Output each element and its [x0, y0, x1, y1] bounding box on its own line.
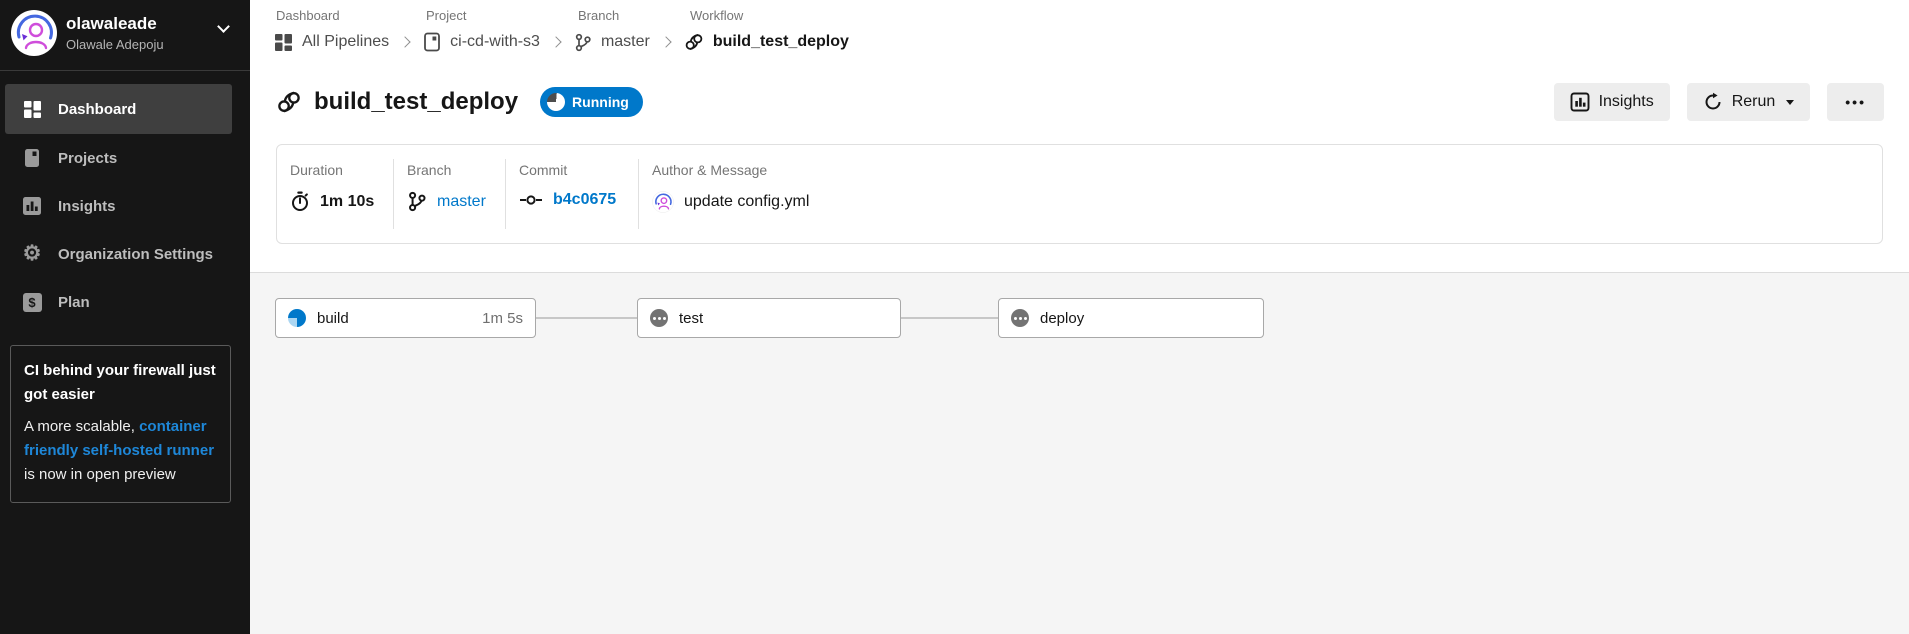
dollar-square-icon: [22, 292, 42, 312]
breadcrumb: All Pipelines ci-cd-with-s3 master build…: [274, 32, 849, 52]
sidebar: olawaleade Olawale Adepoju Dashboard Pro…: [0, 0, 250, 634]
commit-icon: [519, 191, 543, 209]
job-name: test: [679, 309, 704, 327]
breadcrumb-branch[interactable]: master: [574, 33, 650, 52]
branch-icon: [407, 191, 427, 212]
workflow-graph: build 1m 5s test deploy: [250, 273, 1909, 634]
sidebar-item-label: Projects: [58, 149, 118, 167]
sidebar-item-label: Organization Settings: [58, 245, 214, 263]
sidebar-item-dashboard[interactable]: Dashboard: [5, 84, 232, 134]
rerun-button[interactable]: Rerun: [1686, 83, 1811, 121]
avatar: [11, 10, 57, 56]
breadcrumb-item-label: All Pipelines: [302, 33, 390, 50]
commit-message: update config.yml: [684, 193, 810, 210]
branch-link[interactable]: master: [437, 193, 486, 211]
dashboard-grid-icon: [22, 99, 42, 119]
page-title: build_test_deploy: [314, 88, 519, 115]
user-name: Olawale Adepoju: [66, 37, 164, 52]
author-avatar: [652, 191, 674, 213]
summary-commit: Commit b4c0675: [505, 159, 638, 229]
duration-label: Duration: [290, 162, 343, 178]
sidebar-item-label: Dashboard: [58, 100, 137, 118]
sidebar-item-organization-settings[interactable]: ⚙ Organization Settings: [0, 230, 250, 278]
job-node-deploy[interactable]: deploy: [998, 298, 1264, 338]
workflow-icon: [684, 32, 704, 52]
breadcrumb-label-project: Project: [426, 8, 467, 23]
insights-button-label: Insights: [1598, 93, 1654, 110]
status-badge-label: Running: [572, 94, 629, 110]
job-pending-icon: [650, 309, 668, 327]
chevron-right-icon: [399, 36, 411, 48]
breadcrumb-label-dashboard: Dashboard: [276, 8, 340, 23]
breadcrumb-item-label: build_test_deploy: [712, 33, 849, 50]
grid-icon: [274, 33, 293, 52]
job-name: build: [317, 309, 349, 327]
rerun-button-label: Rerun: [1731, 93, 1776, 110]
breadcrumb-all-pipelines[interactable]: All Pipelines: [274, 33, 389, 52]
job-node-test[interactable]: test: [637, 298, 901, 338]
promo-body-prefix: A more scalable,: [24, 418, 140, 435]
job-pending-icon: [1011, 309, 1029, 327]
insights-button[interactable]: Insights: [1553, 83, 1670, 121]
stopwatch-icon: [290, 191, 310, 212]
chevron-right-icon: [550, 36, 562, 48]
sidebar-item-label: Insights: [58, 197, 116, 215]
gear-icon: ⚙: [22, 242, 42, 265]
author-message-label: Author & Message: [652, 162, 768, 178]
commit-link[interactable]: b4c0675: [553, 191, 616, 209]
rerun-refresh-icon: [1703, 92, 1723, 112]
circleci-workflow-page: olawaleade Olawale Adepoju Dashboard Pro…: [0, 0, 1909, 634]
branch-label: Branch: [407, 162, 452, 178]
promo-body: A more scalable, container friendly self…: [24, 415, 217, 487]
breadcrumb-workflow: build_test_deploy: [684, 32, 849, 52]
running-timer-icon: [547, 93, 566, 111]
user-text: olawaleade Olawale Adepoju: [66, 13, 164, 53]
promo-card: CI behind your firewall just got easier …: [10, 345, 231, 503]
insights-bars-icon: [22, 196, 42, 216]
workflow-icon: [276, 89, 302, 115]
status-badge: Running: [540, 87, 643, 117]
breadcrumb-item-label: ci-cd-with-s3: [450, 33, 540, 50]
promo-title: CI behind your firewall just got easier: [24, 362, 216, 403]
title-row: build_test_deploy Running Insights Rerun…: [276, 82, 1884, 122]
org-name: olawaleade: [66, 14, 157, 33]
sidebar-item-label: Plan: [58, 293, 90, 311]
sidebar-item-plan[interactable]: Plan: [0, 278, 250, 326]
commit-label: Commit: [519, 162, 568, 178]
breadcrumb-label-branch: Branch: [578, 8, 620, 23]
job-name: deploy: [1040, 309, 1085, 327]
insights-bars-icon: [1570, 92, 1590, 112]
workflow-summary-card: Duration 1m 10s Branch master Commit b4c…: [276, 144, 1883, 244]
job-running-icon: [288, 309, 306, 327]
chevron-right-icon: [660, 36, 672, 48]
sidebar-item-projects[interactable]: Projects: [0, 134, 250, 182]
org-switcher[interactable]: olawaleade Olawale Adepoju: [0, 0, 250, 67]
sidebar-nav: Dashboard Projects Insights ⚙ Organizati…: [0, 84, 250, 326]
job-duration: 1m 5s: [482, 309, 523, 327]
more-options-button[interactable]: •••: [1827, 83, 1884, 121]
job-connector: [901, 317, 998, 319]
branch-icon: [574, 33, 592, 52]
project-icon: [423, 32, 441, 52]
sidebar-item-insights[interactable]: Insights: [0, 182, 250, 230]
summary-branch: Branch master: [393, 159, 505, 229]
promo-body-suffix: is now in open preview: [24, 466, 176, 483]
sidebar-divider: [0, 70, 250, 71]
job-node-build[interactable]: build 1m 5s: [275, 298, 536, 338]
breadcrumb-labels: Dashboard Project Branch Workflow: [276, 8, 1176, 24]
chevron-down-icon: [217, 20, 230, 33]
summary-author-message: Author & Message update config.yml: [638, 159, 1882, 229]
job-connector: [536, 317, 637, 319]
ellipsis-icon: •••: [1845, 94, 1866, 110]
breadcrumb-project[interactable]: ci-cd-with-s3: [423, 32, 540, 52]
breadcrumb-item-label: master: [600, 33, 650, 50]
breadcrumb-label-workflow: Workflow: [690, 8, 744, 23]
duration-value: 1m 10s: [320, 192, 375, 210]
summary-duration: Duration 1m 10s: [277, 145, 393, 243]
caret-down-icon: [1786, 99, 1795, 105]
main-content: Dashboard Project Branch Workflow All Pi…: [250, 0, 1909, 634]
projects-icon: [22, 148, 42, 168]
